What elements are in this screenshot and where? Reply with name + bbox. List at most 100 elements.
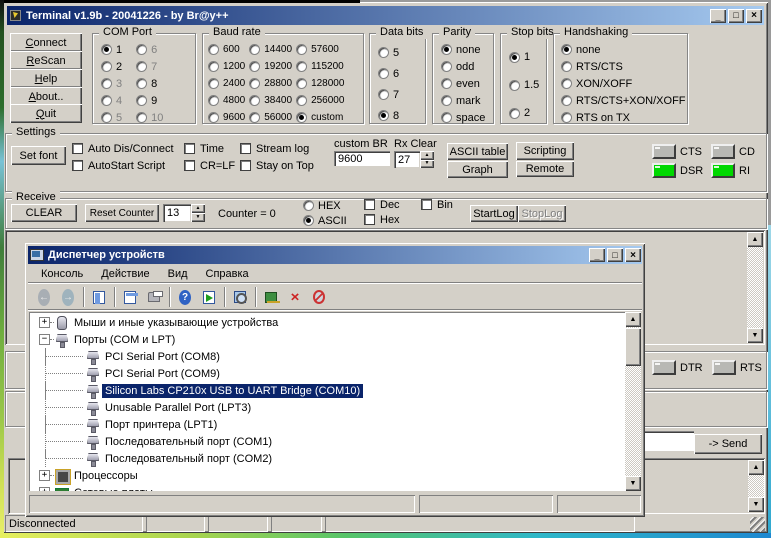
- dec-checkbox-item[interactable]: Dec: [364, 197, 400, 212]
- baud-option-600[interactable]: 600: [208, 41, 245, 58]
- tree-item[interactable]: Unusable Parallel Port (LPT3): [29, 399, 624, 416]
- collapse-icon[interactable]: −: [39, 334, 50, 345]
- tree-item[interactable]: +Мыши и иные указывающие устройства: [29, 314, 624, 331]
- bin-checkbox-item[interactable]: Bin: [421, 197, 453, 212]
- console-tree-button[interactable]: [87, 286, 111, 308]
- expand-icon[interactable]: +: [39, 487, 50, 491]
- tree-item-label[interactable]: PCI Serial Port (COM8): [102, 350, 223, 364]
- stoplog-button[interactable]: StopLog: [518, 205, 566, 222]
- forward-button[interactable]: →: [56, 286, 80, 308]
- dm-minimize-button[interactable]: _: [589, 248, 605, 262]
- ascii-table-button[interactable]: ASCII table: [447, 143, 508, 160]
- tree-item[interactable]: Последовательный порт (COM2): [29, 450, 624, 467]
- baud-option-57600[interactable]: 57600: [296, 41, 344, 58]
- parity-option-mark[interactable]: mark: [441, 92, 485, 109]
- menu-item-консоль[interactable]: Консоль: [32, 266, 92, 282]
- menu-item-справка[interactable]: Справка: [197, 266, 258, 282]
- scroll-down-icon[interactable]: [747, 328, 763, 343]
- expand-icon[interactable]: +: [39, 470, 50, 481]
- set-font-button[interactable]: Set font: [11, 146, 66, 165]
- spin-up-icon[interactable]: [420, 151, 434, 160]
- baud-option-115200[interactable]: 115200: [296, 58, 344, 75]
- ascii-radio-item[interactable]: ASCII: [303, 213, 347, 228]
- dm-maximize-button[interactable]: □: [607, 248, 623, 262]
- parity-option-even[interactable]: even: [441, 75, 485, 92]
- parity-option-space[interactable]: space: [441, 109, 485, 126]
- stop-bits-option-1[interactable]: 1: [509, 43, 539, 71]
- data-bits-option-5[interactable]: 5: [378, 42, 399, 63]
- close-button[interactable]: ×: [746, 9, 762, 23]
- scroll-down-icon[interactable]: [748, 497, 764, 512]
- rescan-button[interactable]: ReScan: [10, 51, 82, 70]
- graph-button[interactable]: Graph: [447, 161, 508, 178]
- baud-option-2400[interactable]: 2400: [208, 75, 245, 92]
- crlf-checkbox-item[interactable]: CR=LF: [184, 157, 235, 174]
- send-button[interactable]: -> Send: [694, 434, 762, 454]
- tree-item-label[interactable]: Сетевые платы: [71, 486, 156, 492]
- data-bits-option-8[interactable]: 8: [378, 105, 399, 126]
- reset-counter-button[interactable]: Reset Counter: [85, 204, 159, 222]
- print-button[interactable]: [142, 286, 166, 308]
- stop-bits-option-2[interactable]: 2: [509, 99, 539, 127]
- tree-item-label[interactable]: Последовательный порт (COM1): [102, 435, 275, 449]
- baud-option-19200[interactable]: 19200: [249, 58, 292, 75]
- startlog-button[interactable]: StartLog: [470, 205, 518, 222]
- stop-bits-option-1.5[interactable]: 1.5: [509, 71, 539, 99]
- dm-titlebar[interactable]: Диспетчер устройств _ □ ×: [28, 246, 642, 264]
- baud-option-1200[interactable]: 1200: [208, 58, 245, 75]
- menu-item-действие[interactable]: Действие: [92, 266, 158, 282]
- tree-item[interactable]: PCI Serial Port (COM8): [29, 348, 624, 365]
- custom-br-input[interactable]: [334, 151, 390, 166]
- quit-button[interactable]: Quit: [10, 104, 82, 123]
- spin-down-icon[interactable]: [191, 213, 205, 222]
- data-bits-option-7[interactable]: 7: [378, 84, 399, 105]
- clear-button[interactable]: CLEAR: [11, 204, 77, 222]
- disable-button[interactable]: [307, 286, 331, 308]
- tree-item-label[interactable]: Мыши и иные указывающие устройства: [71, 316, 281, 330]
- data-bits-option-6[interactable]: 6: [378, 63, 399, 84]
- help-button[interactable]: Help: [10, 69, 82, 88]
- tree-item[interactable]: Последовательный порт (COM1): [29, 433, 624, 450]
- tree-item[interactable]: +Процессоры: [29, 467, 624, 484]
- tree-item[interactable]: − Порты (COM и LPT): [29, 331, 624, 348]
- receive-spinner-value[interactable]: 13: [163, 204, 191, 222]
- handshaking-option-XON/XOFF[interactable]: XON/XOFF: [561, 75, 686, 92]
- baud-option-56000[interactable]: 56000: [249, 109, 292, 126]
- connect-button[interactable]: Connect: [10, 33, 82, 52]
- baud-option-custom[interactable]: custom: [296, 109, 344, 126]
- menu-item-вид[interactable]: Вид: [159, 266, 197, 282]
- tree-scrollbar[interactable]: [625, 312, 641, 491]
- com-port-option-8[interactable]: 8: [136, 75, 163, 92]
- hex-radio-item[interactable]: HEX: [303, 198, 347, 213]
- spin-up-icon[interactable]: [191, 204, 205, 213]
- tree-item[interactable]: + Сетевые платы: [29, 484, 624, 491]
- baud-option-14400[interactable]: 14400: [249, 41, 292, 58]
- parity-option-odd[interactable]: odd: [441, 58, 485, 75]
- tree-item-label[interactable]: Последовательный порт (COM2): [102, 452, 275, 466]
- tree-item-label[interactable]: Порты (COM и LPT): [71, 333, 178, 347]
- baud-option-38400[interactable]: 38400: [249, 92, 292, 109]
- baud-option-4800[interactable]: 4800: [208, 92, 245, 109]
- tree-item[interactable]: Silicon Labs CP210x USB to UART Bridge (…: [29, 382, 624, 399]
- tree-item-label[interactable]: Unusable Parallel Port (LPT3): [102, 401, 254, 415]
- receive-scrollbar[interactable]: [747, 232, 763, 343]
- baud-option-128000[interactable]: 128000: [296, 75, 344, 92]
- scroll-up-icon[interactable]: [747, 232, 763, 247]
- time-checkbox-item[interactable]: Time: [184, 140, 235, 157]
- minimize-button[interactable]: _: [710, 9, 726, 23]
- scrollbar-thumb[interactable]: [625, 328, 641, 366]
- properties-button[interactable]: [118, 286, 142, 308]
- scripting-button[interactable]: Scripting: [516, 142, 574, 160]
- tree-item-label[interactable]: Порт принтера (LPT1): [102, 418, 220, 432]
- com-port-option-2[interactable]: 2: [101, 58, 122, 75]
- help-button[interactable]: ?: [173, 286, 197, 308]
- uninstall-button[interactable]: [283, 286, 307, 308]
- com-port-option-9[interactable]: 9: [136, 92, 163, 109]
- parity-option-none[interactable]: none: [441, 41, 485, 58]
- scroll-down-icon[interactable]: [625, 476, 641, 491]
- scroll-up-icon[interactable]: [625, 312, 641, 327]
- spin-down-icon[interactable]: [420, 160, 434, 169]
- stay-on-top-checkbox-item[interactable]: Stay on Top: [240, 157, 314, 174]
- baud-option-9600[interactable]: 9600: [208, 109, 245, 126]
- auto-disconnect-checkbox-item[interactable]: Auto Dis/Connect: [72, 140, 174, 157]
